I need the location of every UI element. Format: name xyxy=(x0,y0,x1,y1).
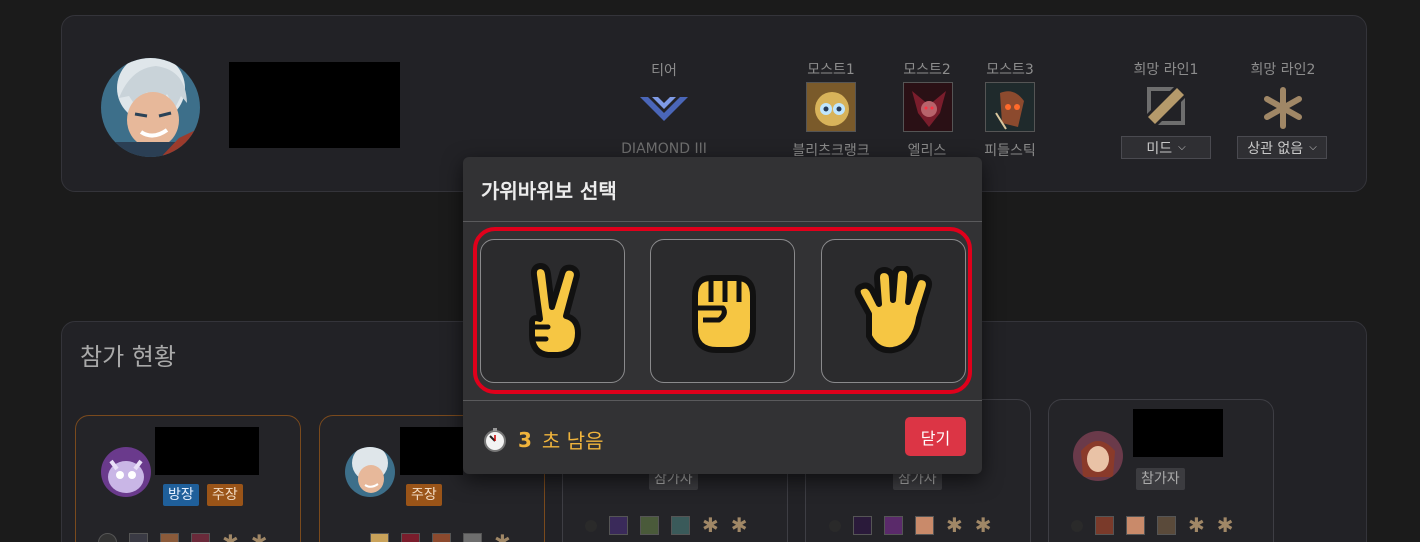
app-root: 티어 DIAMOND III 모스트1 모스트2 모스트3 블리츠크랭크 엘리스… xyxy=(0,0,1420,542)
diamond-tier-icon xyxy=(640,97,688,121)
lane1-select[interactable]: 미드 ⌵ xyxy=(1121,136,1211,159)
participant-info-row: ✱ xyxy=(340,530,511,542)
mid-lane-icon xyxy=(463,533,482,542)
tier-value: DIAMOND III xyxy=(621,141,707,157)
stopwatch-icon xyxy=(484,427,506,452)
redacted-participant-name xyxy=(1133,409,1223,457)
countdown-timer: 3 초 남음 xyxy=(482,425,603,454)
participant-info-row: ✱ ✱ xyxy=(829,513,992,537)
any-lane-icon: ✱ xyxy=(946,513,963,537)
most3-champion-portrait xyxy=(985,82,1035,132)
tier-label: 티어 xyxy=(651,63,677,79)
champion-icon xyxy=(853,516,872,535)
champion-icon xyxy=(640,516,659,535)
most1-label: 모스트1 xyxy=(807,62,855,78)
participant-badge: 참가자 xyxy=(1136,468,1185,490)
participant-info-row: ✱ ✱ xyxy=(585,513,748,537)
champion-icon xyxy=(671,516,690,535)
any-lane-icon: ✱ xyxy=(974,513,992,537)
scissors-button[interactable] xyxy=(480,239,625,383)
most3-champion-name: 피들스틱 xyxy=(984,143,1036,159)
champion-icon xyxy=(609,516,628,535)
participant-info-row: ✱ ✱ xyxy=(1071,513,1234,537)
chevron-down-icon: ⌵ xyxy=(1178,142,1186,153)
redacted-participant-name xyxy=(155,427,259,475)
champion-icon xyxy=(915,516,934,535)
tier-icon xyxy=(829,519,841,532)
champion-icon xyxy=(1157,516,1176,535)
any-lane-icon: ✱ xyxy=(702,513,719,537)
divider xyxy=(463,221,982,222)
champion-icon xyxy=(191,533,210,542)
champion-icon xyxy=(401,533,420,542)
lane1-select-value: 미드 xyxy=(1146,140,1173,157)
raised-hand-icon xyxy=(854,266,932,354)
redacted-participant-name xyxy=(400,427,463,475)
victory-hand-icon xyxy=(528,263,581,358)
rps-modal: 가위바위보 선택 3 초 남음 닫기 xyxy=(463,157,982,474)
any-lane-icon: ✱ xyxy=(222,530,239,542)
any-lane-icon: ✱ xyxy=(250,530,268,542)
captain-badge: 주장 xyxy=(207,484,243,506)
champion-icon xyxy=(1095,516,1114,535)
most1-champion-portrait xyxy=(806,82,856,132)
modal-title: 가위바위보 선택 xyxy=(481,179,617,203)
host-badge: 방장 xyxy=(163,484,199,506)
timer-seconds: 3 xyxy=(518,427,532,452)
lane2-select-value: 상관 없음 xyxy=(1247,140,1304,157)
participant-avatar xyxy=(101,447,151,497)
tier-icon xyxy=(1071,519,1083,532)
timer-suffix: 초 남음 xyxy=(541,429,604,453)
participant-avatar xyxy=(345,447,395,497)
user-avatar xyxy=(101,58,200,157)
redacted-username xyxy=(229,62,400,148)
champion-icon xyxy=(160,533,179,542)
participant-avatar xyxy=(1073,431,1123,481)
champion-icon xyxy=(1126,516,1145,535)
any-lane-icon: ✱ xyxy=(730,513,748,537)
champion-icon xyxy=(129,533,148,542)
champion-icon xyxy=(370,533,389,542)
lane1-label: 희망 라인1 xyxy=(1133,62,1199,78)
lane2-label: 희망 라인2 xyxy=(1250,62,1316,78)
raised-fist-icon xyxy=(691,275,756,353)
champion-icon xyxy=(884,516,903,535)
lane2-select[interactable]: 상관 없음 ⌵ xyxy=(1237,136,1327,159)
any-lane-icon xyxy=(1264,87,1302,129)
any-lane-icon: ✱ xyxy=(1216,513,1234,537)
close-button[interactable]: 닫기 xyxy=(905,417,966,456)
participant-info-row: ✱ ✱ xyxy=(98,530,268,542)
any-lane-icon: ✱ xyxy=(494,530,511,542)
most2-champion-portrait xyxy=(903,82,953,132)
captain-badge: 주장 xyxy=(406,484,442,506)
divider xyxy=(463,400,982,401)
paper-button[interactable] xyxy=(821,239,966,383)
tier-icon xyxy=(585,519,597,532)
rock-button[interactable] xyxy=(650,239,795,383)
champion-icon xyxy=(432,533,451,542)
diamond-tier-icon xyxy=(340,538,358,542)
chevron-down-icon: ⌵ xyxy=(1309,142,1317,153)
any-lane-icon: ✱ xyxy=(1188,513,1205,537)
participation-title: 참가 현황 xyxy=(80,343,176,371)
most3-label: 모스트3 xyxy=(986,62,1034,78)
most2-label: 모스트2 xyxy=(903,62,951,78)
tier-icon xyxy=(98,533,117,542)
mid-lane-icon xyxy=(1147,87,1185,125)
